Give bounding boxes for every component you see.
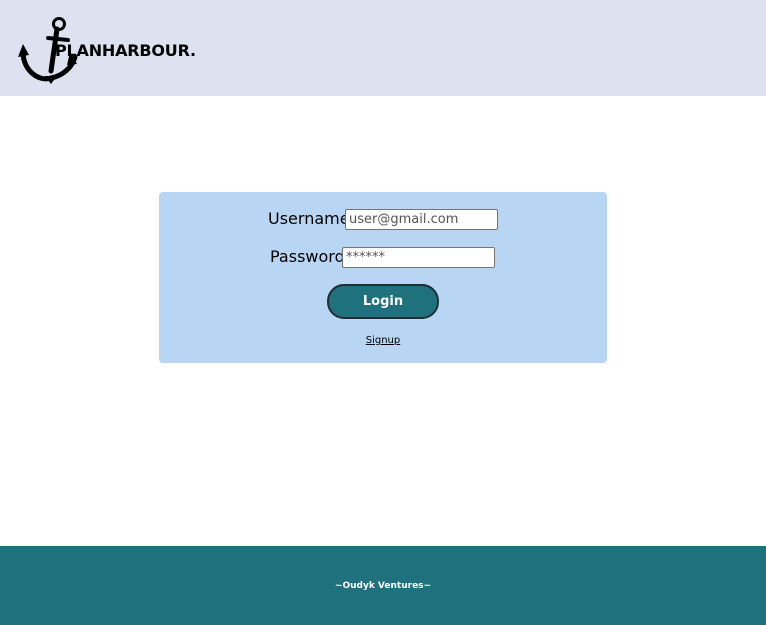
page: PLANHARBOUR. Username: Password: Login S…	[0, 0, 766, 625]
username-input[interactable]	[345, 209, 498, 230]
login-card: Username: Password: Login Signup	[159, 192, 607, 363]
login-button[interactable]: Login	[327, 284, 439, 319]
brand-name: PLANHARBOUR.	[55, 41, 196, 60]
header: PLANHARBOUR.	[0, 0, 766, 96]
password-label: Password:	[270, 247, 351, 266]
footer-text: ~Oudyk Ventures~	[334, 581, 432, 591]
username-label: Username:	[268, 209, 355, 228]
password-input[interactable]	[342, 247, 495, 268]
brand-logo[interactable]: PLANHARBOUR.	[18, 16, 198, 84]
signup-link[interactable]: Signup	[159, 335, 607, 346]
footer: ~Oudyk Ventures~	[0, 546, 766, 625]
